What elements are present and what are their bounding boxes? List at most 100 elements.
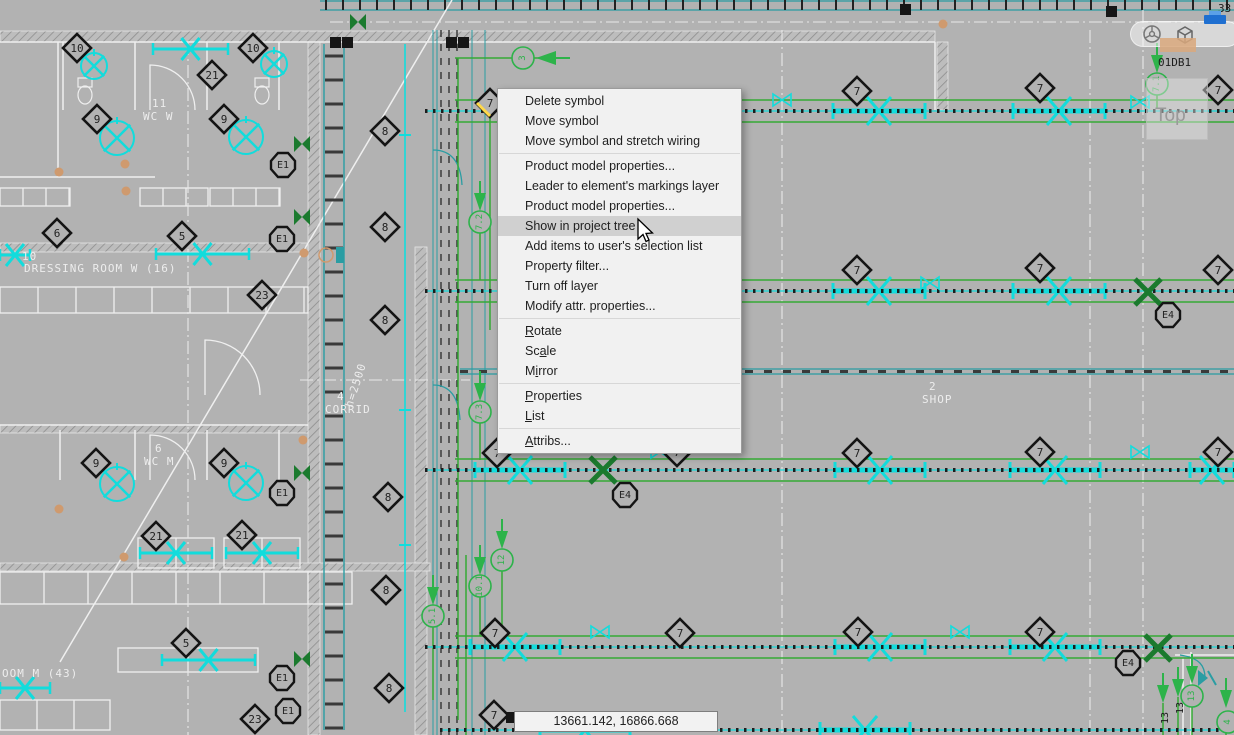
walkthrough-icon (1158, 36, 1202, 54)
position-diamond-label: 7 (677, 627, 684, 640)
door-handle-marker (939, 20, 948, 29)
circuit-tag-label: 7.2 (475, 214, 485, 230)
menu-item-scale[interactable]: Scale (498, 341, 741, 361)
position-diamond-label: 7 (854, 85, 861, 98)
menu-item-attribs[interactable]: Attribs... (498, 431, 741, 451)
coordinate-tooltip: 13661.142, 16866.668 (514, 711, 718, 732)
column-marker (900, 4, 911, 15)
column-marker (446, 37, 457, 48)
circuit-tag-label: 7.3 (475, 404, 485, 420)
position-diamond-label: 8 (383, 584, 390, 597)
circuit-tag-label: 10.1 (475, 575, 485, 597)
equipment-hexagon-label: E1 (276, 488, 288, 499)
menu-item-turn-off-layer[interactable]: Turn off layer (498, 276, 741, 296)
position-diamond-label: 9 (221, 457, 228, 470)
menu-item-leader-to-element-s-markings-layer[interactable]: Leader to element's markings layer (498, 176, 741, 196)
menu-item-show-in-project-tree[interactable]: Show in project tree (498, 216, 741, 236)
position-diamond-label: 23 (255, 289, 268, 302)
position-diamond-label: 7 (854, 264, 861, 277)
position-diamond-label: 9 (94, 113, 101, 126)
db-label: 01DB1 (1158, 56, 1191, 69)
position-diamond-label: 9 (221, 113, 228, 126)
equipment-hexagon-label: E4 (1122, 658, 1134, 669)
menu-item-add-items-to-user-s-selection-list[interactable]: Add items to user's selection list (498, 236, 741, 256)
menu-item-product-model-properties[interactable]: Product model properties... (498, 196, 741, 216)
door-handle-marker (122, 187, 131, 196)
cad-viewport[interactable]: 37.27.31210.15.17.1134102110996523992121… (0, 0, 1234, 735)
position-diamond-label: 7 (491, 709, 498, 722)
circuit-number-label: 13 (1175, 702, 1186, 714)
view-cube[interactable]: Top (1146, 78, 1208, 140)
equipment-hexagon-label: E1 (282, 706, 294, 717)
menu-item-move-symbol[interactable]: Move symbol (498, 111, 741, 131)
position-diamond-label: 10 (70, 42, 83, 55)
position-diamond-label: 7 (1215, 84, 1222, 97)
menu-item-move-symbol-and-stretch-wiring[interactable]: Move symbol and stretch wiring (498, 131, 741, 151)
door-handle-marker (300, 249, 309, 258)
position-diamond-label: 5 (179, 230, 186, 243)
door-handle-marker (121, 160, 130, 169)
position-diamond-label: 7 (1037, 626, 1044, 639)
circuit-tag-label: 5.1 (428, 608, 438, 624)
equipment-hexagon-label: E1 (276, 234, 288, 245)
position-diamond-label: 7 (487, 97, 494, 110)
hatched-wall (0, 425, 308, 433)
position-diamond-label: 6 (54, 227, 61, 240)
menu-separator (499, 383, 740, 384)
menu-item-properties[interactable]: Properties (498, 386, 741, 406)
door-handle-marker (55, 168, 64, 177)
circuit-number-label: 13 (1160, 712, 1171, 724)
menu-item-product-model-properties[interactable]: Product model properties... (498, 156, 741, 176)
position-diamond-label: 8 (385, 491, 392, 504)
room-label: DRESSING ROOM W (16) (24, 262, 176, 275)
circuit-tag-label: 13 (1187, 691, 1197, 702)
column-marker (458, 37, 469, 48)
menu-item-delete-symbol[interactable]: Delete symbol (498, 91, 741, 111)
menu-item-mirror[interactable]: Mirror (498, 361, 741, 381)
stairs-icon (1202, 11, 1230, 27)
position-diamond-label: 8 (386, 682, 393, 695)
door-handle-marker (299, 436, 308, 445)
column-marker (1106, 6, 1117, 17)
room-label: 11 (152, 97, 167, 110)
position-diamond-label: 10 (246, 42, 259, 55)
position-diamond-label: 7 (1037, 446, 1044, 459)
column-marker (330, 37, 341, 48)
position-diamond-label: 7 (1215, 446, 1222, 459)
circuit-tag-label: 4 (1223, 719, 1233, 724)
equipment-hexagon-label: E4 (1162, 310, 1174, 321)
menu-item-modify-attr-properties[interactable]: Modify attr. properties... (498, 296, 741, 316)
position-diamond-label: 23 (248, 713, 261, 726)
door-symbol[interactable] (336, 247, 344, 263)
menu-item-rotate[interactable]: Rotate (498, 321, 741, 341)
menu-separator (499, 428, 740, 429)
equipment-hexagon-label: E1 (277, 160, 289, 171)
mouse-cursor (631, 216, 657, 246)
room-label: WC M (144, 455, 175, 468)
menu-item-property-filter[interactable]: Property filter... (498, 256, 741, 276)
room-label: 2 (929, 380, 937, 393)
menu-separator (499, 153, 740, 154)
hatched-wall (0, 563, 430, 571)
position-diamond-label: 5 (183, 637, 190, 650)
position-diamond-label: 8 (382, 221, 389, 234)
door-handle-marker (55, 505, 64, 514)
room-label: OOM M (43) (2, 667, 78, 680)
equipment-hexagon-label: E1 (276, 673, 288, 684)
position-diamond-label: 7 (854, 447, 861, 460)
position-diamond-label: 9 (93, 457, 100, 470)
position-diamond-label: 8 (382, 125, 389, 138)
position-diamond-label: 7 (492, 627, 499, 640)
context-menu: Delete symbolMove symbolMove symbol and … (497, 88, 742, 454)
hatched-wall (0, 243, 308, 252)
position-diamond-label: 7 (1037, 82, 1044, 95)
position-diamond-label: 7 (1215, 264, 1222, 277)
view-cube-face-label[interactable]: Top (1155, 105, 1186, 127)
column-marker (342, 37, 353, 48)
menu-item-list[interactable]: List (498, 406, 741, 426)
room-label: 6 (155, 442, 163, 455)
circuit-tag-label: 3 (518, 55, 528, 60)
room-label: SHOP (922, 393, 953, 406)
position-diamond-label: 7 (855, 626, 862, 639)
position-diamond-label: 21 (235, 529, 248, 542)
